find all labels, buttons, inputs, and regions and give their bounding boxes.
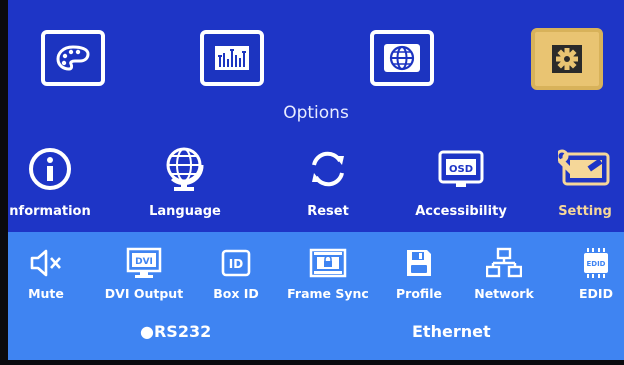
picture-category-button[interactable] <box>41 30 105 86</box>
setting-dvi-output[interactable]: DVI DVI Output <box>102 246 186 301</box>
setting-label: Box ID <box>213 286 259 301</box>
option-label: nformation <box>9 204 91 219</box>
network-icon <box>486 247 522 278</box>
setting-label: Frame Sync <box>287 286 369 301</box>
setting-label: EDID <box>579 286 613 301</box>
setting-box-id[interactable]: ID Box ID <box>194 246 278 301</box>
setting-label: DVI Output <box>104 286 184 301</box>
svg-text:DVI: DVI <box>135 257 153 267</box>
osd-icon: OSD <box>438 150 484 187</box>
rs232-label: RS232 <box>153 322 212 341</box>
osd-menu: Options nformation Language Reset OSD Ac… <box>8 0 624 360</box>
globe-icon <box>166 147 204 191</box>
id-icon: ID <box>221 249 251 277</box>
setting-frame-sync[interactable]: Frame Sync <box>286 246 370 301</box>
menu-title: Options <box>283 103 349 123</box>
option-reset[interactable]: Reset <box>280 146 376 219</box>
info-icon <box>29 148 71 190</box>
svg-text:EDID: EDID <box>586 260 605 268</box>
gear-icon <box>552 45 582 73</box>
setting-profile[interactable]: Profile <box>377 246 461 301</box>
equalizer-icon <box>215 46 249 70</box>
frame-sync-icon <box>309 248 347 278</box>
setting-submenu: Mute DVI DVI Output ID Box ID Frame Sync… <box>8 232 624 360</box>
option-language[interactable]: Language <box>137 146 233 219</box>
edid-icon: EDID <box>584 248 608 278</box>
ethernet-option[interactable]: Ethernet <box>412 322 491 341</box>
rs232-option[interactable]: ●RS232 <box>140 322 211 341</box>
setting-mute[interactable]: Mute <box>8 246 88 301</box>
setting-edid[interactable]: EDID EDID <box>554 246 624 301</box>
setting-label: Network <box>474 286 534 301</box>
option-label: Setting <box>558 204 612 219</box>
options-category-button[interactable] <box>531 28 603 90</box>
option-label: Language <box>149 204 221 219</box>
sound-category-button[interactable] <box>200 30 264 86</box>
option-label: Reset <box>307 204 349 219</box>
option-label: Accessibility <box>415 204 507 219</box>
svg-text:OSD: OSD <box>449 164 473 175</box>
svg-text:ID: ID <box>229 257 243 271</box>
option-information[interactable]: nformation <box>8 146 98 219</box>
selected-dot-icon: ● <box>140 322 154 341</box>
option-accessibility[interactable]: OSD Accessibility <box>413 146 509 219</box>
save-icon <box>407 250 431 276</box>
mute-icon <box>30 249 61 277</box>
setting-label: Mute <box>28 286 64 301</box>
option-setting[interactable]: Setting <box>537 146 624 219</box>
setting-network[interactable]: Network <box>462 246 546 301</box>
palette-icon <box>56 45 90 71</box>
ethernet-label: Ethernet <box>412 322 491 341</box>
dvi-icon: DVI <box>126 247 162 278</box>
setting-icon <box>558 149 610 186</box>
globe-icon <box>384 44 420 72</box>
reset-icon <box>312 151 344 187</box>
setting-label: Profile <box>396 286 442 301</box>
network-category-button[interactable] <box>370 30 434 86</box>
